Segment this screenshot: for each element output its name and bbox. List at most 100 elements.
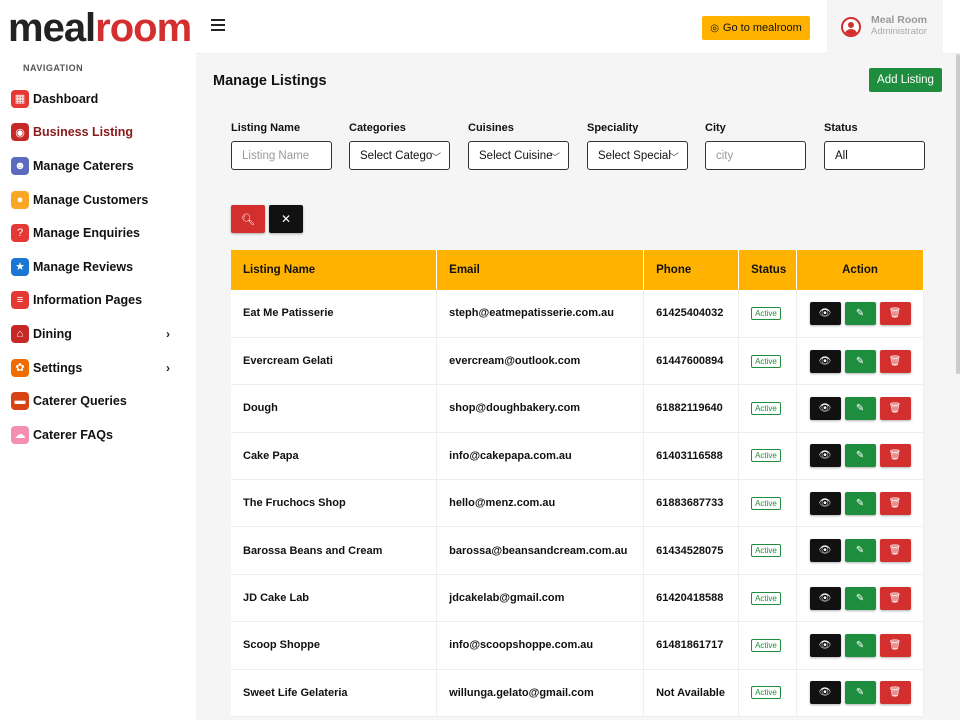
delete-button[interactable]: 🗑︎ xyxy=(879,633,911,657)
status-badge: Active xyxy=(751,591,781,605)
status-select[interactable]: All xyxy=(824,141,925,170)
table-row: JD Cake Lab jdcakelab@gmail.com 6142041858… xyxy=(231,574,924,622)
cell-status: Active xyxy=(738,669,798,717)
edit-button[interactable]: ✎ xyxy=(844,491,876,515)
edit-button[interactable]: ✎ xyxy=(844,444,876,468)
sidebar-item-caterer-faqs[interactable]: ☁ Caterer FAQs xyxy=(0,418,196,452)
view-button[interactable]: 👁︎ xyxy=(809,681,841,705)
sidebar-item-manage-caterers[interactable]: ☻ Manage Caterers xyxy=(0,149,196,183)
sidebar-item-manage-enquiries[interactable]: ? Manage Enquiries xyxy=(0,216,196,250)
page-title: Manage Listings xyxy=(213,73,327,89)
sidebar-item-dining[interactable]: ⌂ Dining › xyxy=(0,317,196,351)
trash-icon: 🗑︎ xyxy=(888,497,902,509)
categories-select[interactable]: Select Catego ﹀ xyxy=(349,141,450,170)
cell-action: 👁︎ ✎ 🗑︎ xyxy=(796,669,924,717)
trash-icon: 🗑︎ xyxy=(888,687,902,699)
view-button[interactable]: 👁︎ xyxy=(809,586,841,610)
delete-button[interactable]: 🗑︎ xyxy=(879,444,911,468)
go-to-mealroom-button[interactable]: ◎ Go to mealroom xyxy=(702,16,810,40)
sidebar-item-dashboard[interactable]: ▦ Dashboard xyxy=(0,82,196,116)
trash-icon: 🗑︎ xyxy=(888,402,902,414)
view-button[interactable]: 👁︎ xyxy=(809,396,841,420)
sidebar: mealroom NAVIGATION ▦ Dashboard ◉ Business … xyxy=(0,0,196,720)
cell-email: steph@eatmepatisserie.com.au xyxy=(436,290,645,338)
edit-button[interactable]: ✎ xyxy=(844,539,876,563)
edit-button[interactable]: ✎ xyxy=(844,301,876,325)
cuisines-select[interactable]: Select Cuisine ﹀ xyxy=(468,141,569,170)
eye-icon: 👁︎ xyxy=(818,402,832,414)
view-button[interactable]: 👁︎ xyxy=(809,349,841,373)
header-email: Email xyxy=(436,250,645,290)
sidebar-item-label: Information Pages xyxy=(33,293,143,308)
chevron-down-icon: ﹀ xyxy=(431,153,441,164)
search-button[interactable]: 🔍︎ xyxy=(231,205,265,233)
sidebar-item-label: Manage Reviews xyxy=(33,259,134,274)
page-scrollbar[interactable] xyxy=(956,54,960,374)
sidebar-item-settings[interactable]: ✿ Settings › xyxy=(0,351,196,385)
sidebar-item-information-pages[interactable]: ≡ Information Pages xyxy=(0,284,196,318)
status-badge: Active xyxy=(751,496,781,510)
delete-button[interactable]: 🗑︎ xyxy=(879,681,911,705)
table-row: Cake Papa info@cakepapa.com.au 61403116588… xyxy=(231,432,924,480)
view-button[interactable]: 👁︎ xyxy=(809,301,841,325)
cell-name: JD Cake Lab xyxy=(231,574,438,622)
view-button[interactable]: 👁︎ xyxy=(809,539,841,563)
table-row: Barossa Beans and Cream barossa@beansandc… xyxy=(231,526,924,575)
view-button[interactable]: 👁︎ xyxy=(809,633,841,657)
sidebar-item-label: Dining xyxy=(33,326,72,341)
cell-action: 👁︎ ✎ 🗑︎ xyxy=(796,337,924,385)
delete-button[interactable]: 🗑︎ xyxy=(879,396,911,420)
sidebar-item-manage-customers[interactable]: ● Manage Customers xyxy=(0,183,196,217)
clear-filters-button[interactable]: ✕ xyxy=(269,205,303,233)
delete-button[interactable]: 🗑︎ xyxy=(879,301,911,325)
eye-icon: 👁︎ xyxy=(818,545,832,557)
table-row: The Fruchocs Shop hello@menz.com.au 618836… xyxy=(231,479,924,527)
cell-name: Eat Me Patisserie xyxy=(231,290,438,338)
review-icon: ★ xyxy=(11,257,29,276)
cell-email: info@scoopshoppe.com.au xyxy=(436,621,645,670)
delete-button[interactable]: 🗑︎ xyxy=(879,349,911,373)
sidebar-item-caterer-queries[interactable]: ▬ Caterer Queries xyxy=(0,384,196,418)
sidebar-item-label: Manage Caterers xyxy=(33,158,134,173)
view-button[interactable]: 👁︎ xyxy=(809,444,841,468)
edit-button[interactable]: ✎ xyxy=(844,681,876,705)
cell-name: Evercream Gelati xyxy=(231,337,438,385)
edit-button[interactable]: ✎ xyxy=(844,633,876,657)
cell-action: 👁︎ ✎ 🗑︎ xyxy=(796,384,924,433)
speciality-select[interactable]: Select Special ﹀ xyxy=(587,141,688,170)
cell-action: 👁︎ ✎ 🗑︎ xyxy=(796,479,924,527)
view-button[interactable]: 👁︎ xyxy=(809,491,841,515)
trash-icon: 🗑︎ xyxy=(888,545,902,557)
user-menu[interactable]: Meal Room Administrator xyxy=(827,0,943,54)
delete-button[interactable]: 🗑︎ xyxy=(879,491,911,515)
edit-button[interactable]: ✎ xyxy=(844,586,876,610)
edit-button[interactable]: ✎ xyxy=(844,349,876,373)
cell-phone: 61434528075 xyxy=(643,526,740,575)
cell-email: info@cakepapa.com.au xyxy=(436,432,645,480)
pencil-icon: ✎ xyxy=(855,307,865,319)
cell-status: Active xyxy=(738,290,798,338)
eye-icon: 👁︎ xyxy=(818,497,832,509)
trash-icon: 🗑︎ xyxy=(888,639,902,651)
dining-icon: ⌂ xyxy=(11,324,29,343)
sidebar-item-business-listing[interactable]: ◉ Business Listing xyxy=(0,116,196,150)
pencil-icon: ✎ xyxy=(855,545,865,557)
edit-button[interactable]: ✎ xyxy=(844,396,876,420)
sidebar-item-manage-reviews[interactable]: ★ Manage Reviews xyxy=(0,250,196,284)
menu-toggle-icon[interactable] xyxy=(211,19,225,31)
listing-name-input[interactable]: Listing Name xyxy=(231,141,332,170)
add-listing-button[interactable]: Add Listing xyxy=(869,68,942,92)
filter-speciality: Speciality Select Special ﹀ xyxy=(587,122,688,170)
delete-button[interactable]: 🗑︎ xyxy=(879,586,911,610)
status-badge: Active xyxy=(751,449,781,463)
mealroom-logo[interactable]: mealroom xyxy=(8,8,192,48)
user-avatar-icon xyxy=(841,17,861,37)
status-badge: Active xyxy=(751,686,781,700)
sidebar-item-label: Caterer FAQs xyxy=(33,427,113,442)
listings-table: Listing Name Email Phone Status Action E… xyxy=(231,250,924,718)
table-row: Eat Me Patisserie steph@eatmepatisserie.c… xyxy=(231,290,924,338)
city-input[interactable]: city xyxy=(705,141,806,170)
cell-name: The Fruchocs Shop xyxy=(231,479,438,527)
eye-icon: 👁︎ xyxy=(818,450,832,462)
delete-button[interactable]: 🗑︎ xyxy=(879,539,911,563)
